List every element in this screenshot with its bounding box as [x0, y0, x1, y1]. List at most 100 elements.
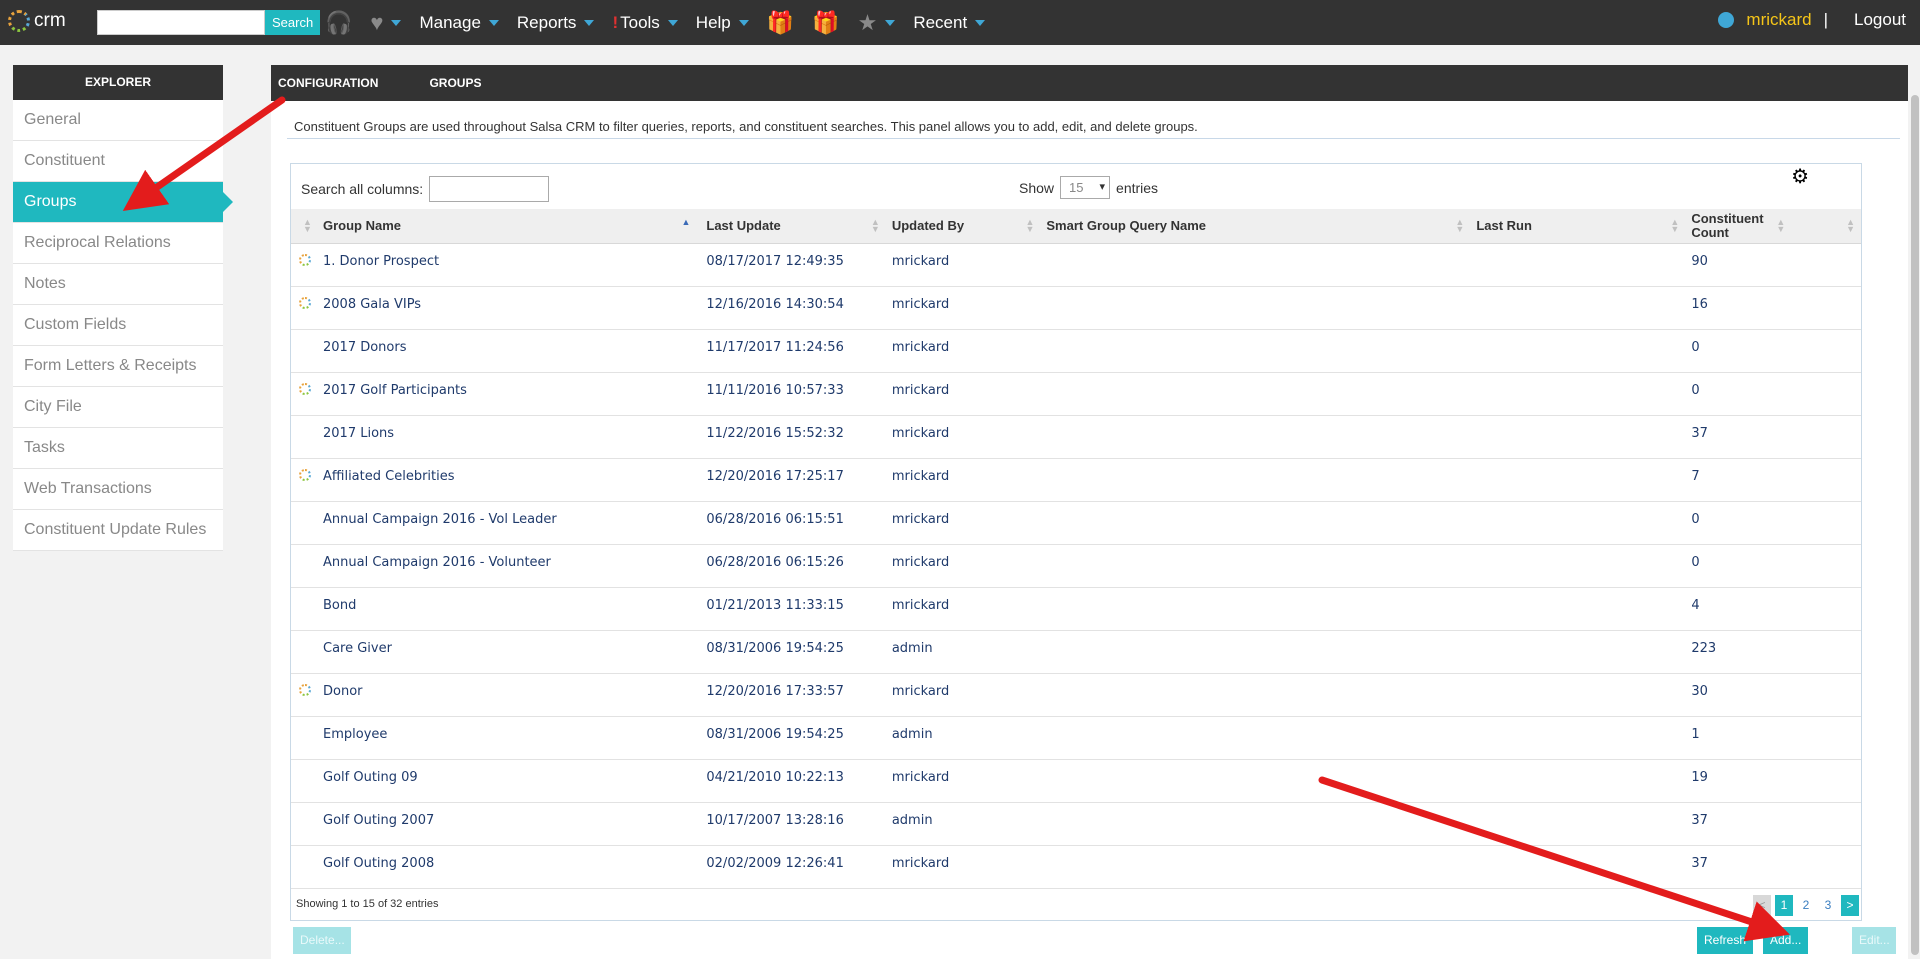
- extra-cell: [1791, 630, 1861, 674]
- sidebar-item-notes[interactable]: Notes: [13, 264, 223, 305]
- nav-reports[interactable]: Reports: [517, 13, 595, 33]
- table-row[interactable]: 2008 Gala VIPs 12/16/2016 14:30:54 mrickar…: [291, 286, 1861, 330]
- groups-panel: CONFIGURATION GROUPS Constituent Groups …: [271, 65, 1908, 959]
- table-row[interactable]: 1. Donor Prospect 08/17/2017 12:49:35 mric…: [291, 243, 1861, 287]
- page-scrollbar[interactable]: [1908, 45, 1920, 959]
- global-search-input[interactable]: [97, 10, 265, 35]
- smart-group-cell: [291, 802, 317, 846]
- main-nav: 🎧 ♥ Manage Reports ! Tools Help 🎁 🎁 ★ Rec…: [325, 0, 1003, 45]
- page-3-button[interactable]: 3: [1819, 895, 1837, 916]
- logout-link[interactable]: Logout: [1854, 10, 1906, 30]
- nav-manage[interactable]: Manage: [419, 13, 499, 33]
- sidebar-item-reciprocal-relations[interactable]: Reciprocal Relations: [13, 223, 223, 264]
- global-search: Search: [97, 10, 321, 35]
- sidebar-item-constituent-update-rules[interactable]: Constituent Update Rules: [13, 510, 223, 551]
- sidebar-item-tasks[interactable]: Tasks: [13, 428, 223, 469]
- table-row[interactable]: Golf Outing 09 04/21/2010 10:22:13 mrickar…: [291, 759, 1861, 803]
- edit-button[interactable]: Edit...: [1852, 927, 1896, 954]
- favorites-menu[interactable]: ♥: [370, 10, 402, 36]
- nav-recent[interactable]: Recent: [913, 13, 986, 33]
- table-row[interactable]: Golf Outing 2007 10/17/2007 13:28:16 admin…: [291, 802, 1861, 846]
- column-header-group-name[interactable]: Group Name ▲: [317, 209, 701, 244]
- gift-add-icon[interactable]: 🎁: [812, 10, 839, 36]
- entries-label: entries: [1116, 179, 1159, 196]
- page-length-select[interactable]: 15: [1060, 176, 1111, 199]
- nav-help-label: Help: [695, 12, 731, 32]
- filter-label: Search all columns:: [301, 181, 424, 197]
- group-name-cell: 2017 Lions: [317, 415, 701, 459]
- nav-tools[interactable]: ! Tools: [612, 12, 678, 33]
- smart-group-cell: [291, 415, 317, 459]
- smart-group-cell: [291, 759, 317, 803]
- next-page-button[interactable]: >: [1841, 895, 1859, 916]
- global-search-button[interactable]: Search: [265, 10, 321, 35]
- column-header-last-update[interactable]: Last Update ▲ ▼: [700, 209, 886, 244]
- gear-icon[interactable]: ⚙: [1791, 164, 1809, 189]
- group-name-cell: 2017 Golf Participants: [317, 372, 701, 416]
- group-name-cell: 2008 Gala VIPs: [317, 286, 701, 330]
- group-name-cell: Annual Campaign 2016 - Volunteer: [317, 544, 701, 588]
- headset-icon[interactable]: 🎧: [325, 10, 352, 36]
- sidebar-item-web-transactions[interactable]: Web Transactions: [13, 469, 223, 510]
- prev-page-button[interactable]: <: [1753, 895, 1771, 916]
- column-header-constituent-count[interactable]: Constituent Count ▲ ▼: [1685, 209, 1792, 244]
- explorer-header: EXPLORER: [13, 65, 223, 100]
- crm-logo[interactable]: crm: [8, 10, 66, 32]
- gift-icon[interactable]: 🎁: [767, 10, 794, 36]
- table-row[interactable]: Annual Campaign 2016 - Vol Leader 06/28/2…: [291, 501, 1861, 545]
- table-row[interactable]: Care Giver 08/31/2006 19:54:25 admin 223: [291, 630, 1861, 674]
- bookmarks-menu[interactable]: ★: [858, 10, 896, 36]
- smart-query-cell: [1040, 243, 1471, 287]
- last-run-cell: [1470, 501, 1686, 545]
- constituent-count-cell: 4: [1685, 587, 1792, 631]
- column-header-updated-by[interactable]: Updated By ▲ ▼: [885, 209, 1041, 244]
- table-filter: Search all columns:: [301, 176, 550, 202]
- sort-icon: ▲ ▼: [1776, 217, 1786, 234]
- explorer-sidebar: EXPLORER General Constituent Groups Recipro…: [13, 65, 233, 551]
- last-run-cell: [1470, 372, 1686, 416]
- divider: |: [1823, 10, 1828, 29]
- page-1-button[interactable]: 1: [1775, 895, 1793, 916]
- filter-input[interactable]: [429, 176, 550, 202]
- sidebar-item-form-letters-receipts[interactable]: Form Letters & Receipts: [13, 346, 223, 387]
- extra-cell: [1791, 759, 1861, 803]
- page-2-button[interactable]: 2: [1797, 895, 1815, 916]
- table-row[interactable]: Golf Outing 2008 02/02/2009 12:26:41 mrick…: [291, 845, 1861, 889]
- table-row[interactable]: 2017 Lions 11/22/2016 15:52:32 mrickard 37: [291, 415, 1861, 459]
- refresh-button[interactable]: Refresh: [1697, 927, 1754, 954]
- add-button[interactable]: Add...: [1763, 927, 1809, 954]
- table-row[interactable]: Donor 12/20/2016 17:33:57 mrickard 30: [291, 673, 1861, 717]
- sidebar-item-general[interactable]: General: [13, 100, 223, 141]
- tab-configuration[interactable]: CONFIGURATION: [271, 76, 385, 90]
- updated-by-cell: mrickard: [885, 329, 1041, 373]
- last-update-cell: 08/17/2017 12:49:35: [700, 243, 886, 287]
- scrollbar-thumb[interactable]: [1911, 95, 1919, 955]
- username-link[interactable]: mrickard: [1746, 10, 1811, 30]
- updated-by-cell: mrickard: [885, 243, 1041, 287]
- delete-button[interactable]: Delete...: [293, 927, 351, 954]
- nav-help[interactable]: Help: [696, 13, 749, 33]
- column-header-icon: ▲ ▼: [291, 209, 317, 244]
- smart-group-icon: [299, 468, 311, 481]
- sidebar-item-custom-fields[interactable]: Custom Fields: [13, 305, 223, 346]
- table-row[interactable]: 2017 Golf Participants 11/11/2016 10:57:3…: [291, 372, 1861, 416]
- smart-query-cell: [1040, 286, 1471, 330]
- smart-query-cell: [1040, 372, 1471, 416]
- table-row[interactable]: Affiliated Celebrities 12/20/2016 17:25:1…: [291, 458, 1861, 502]
- constituent-count-cell: 30: [1685, 673, 1792, 717]
- column-header-smart-group-query[interactable]: Smart Group Query Name ▲ ▼: [1040, 209, 1471, 244]
- smart-group-cell: [291, 716, 317, 760]
- table-row[interactable]: Employee 08/31/2006 19:54:25 admin 1: [291, 716, 1861, 760]
- table-row[interactable]: Annual Campaign 2016 - Volunteer 06/28/20…: [291, 544, 1861, 588]
- sidebar-item-city-file[interactable]: City File: [13, 387, 223, 428]
- table-row[interactable]: Bond 01/21/2013 11:33:15 mrickard 4: [291, 587, 1861, 631]
- smart-group-cell: [291, 329, 317, 373]
- column-header-last-run[interactable]: Last Run ▲ ▼: [1470, 209, 1686, 244]
- tab-groups[interactable]: GROUPS: [422, 76, 488, 90]
- nav-tools-label: Tools: [620, 12, 660, 32]
- nav-reports-label: Reports: [516, 12, 577, 32]
- table-row[interactable]: 2017 Donors 11/17/2017 11:24:56 mrickard 0: [291, 329, 1861, 373]
- sidebar-item-groups[interactable]: Groups: [13, 182, 233, 223]
- smart-query-cell: [1040, 458, 1471, 502]
- sidebar-item-constituent[interactable]: Constituent: [13, 141, 223, 182]
